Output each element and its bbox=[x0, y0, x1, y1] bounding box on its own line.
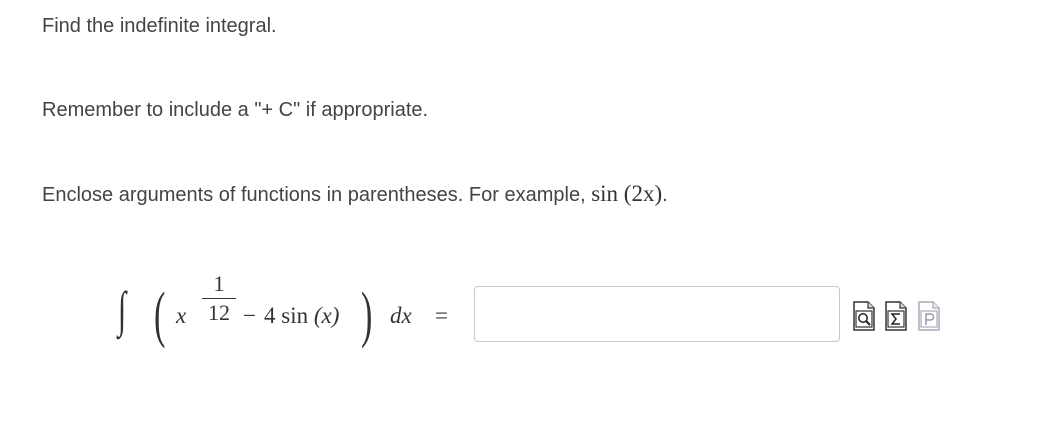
fraction-denominator: 12 bbox=[208, 300, 230, 325]
equals-sign: = bbox=[435, 303, 448, 328]
fraction-numerator: 1 bbox=[213, 271, 225, 296]
sine-fn: 4 sin bbox=[264, 303, 309, 328]
sine-term: 4 sin (x) bbox=[264, 303, 339, 329]
integral-expression: ∫ ( x 1 12 − 4 sin (x) ) dx = bbox=[118, 265, 478, 365]
instruction-parentheses: Enclose arguments of functions in parent… bbox=[42, 182, 668, 207]
instruction-find-integral: Find the indefinite integral. bbox=[42, 15, 277, 37]
example-fn: sin bbox=[591, 181, 619, 206]
instruction-plus-c: Remember to include a "+ C" if appropria… bbox=[42, 99, 429, 121]
example-expression: sin (2x) bbox=[591, 181, 662, 206]
minus-sign: − bbox=[243, 303, 256, 328]
sigma-icon[interactable] bbox=[885, 301, 907, 331]
integral-sign: ∫ bbox=[118, 281, 127, 337]
differential: dx bbox=[390, 303, 412, 328]
instruction-parentheses-text: Enclose arguments of functions in parent… bbox=[42, 184, 592, 206]
preview-icon[interactable] bbox=[853, 301, 875, 331]
instruction-end: . bbox=[662, 184, 668, 206]
left-paren: ( bbox=[154, 281, 166, 349]
example-arg: (2x) bbox=[623, 181, 663, 206]
exponent-fraction: 1 12 bbox=[202, 271, 236, 326]
p-icon[interactable] bbox=[918, 301, 940, 331]
variable-x: x bbox=[176, 303, 187, 328]
sine-arg: (x) bbox=[313, 303, 340, 328]
answer-input[interactable] bbox=[474, 286, 840, 342]
fraction-bar bbox=[202, 298, 236, 299]
right-paren: ) bbox=[361, 281, 373, 349]
